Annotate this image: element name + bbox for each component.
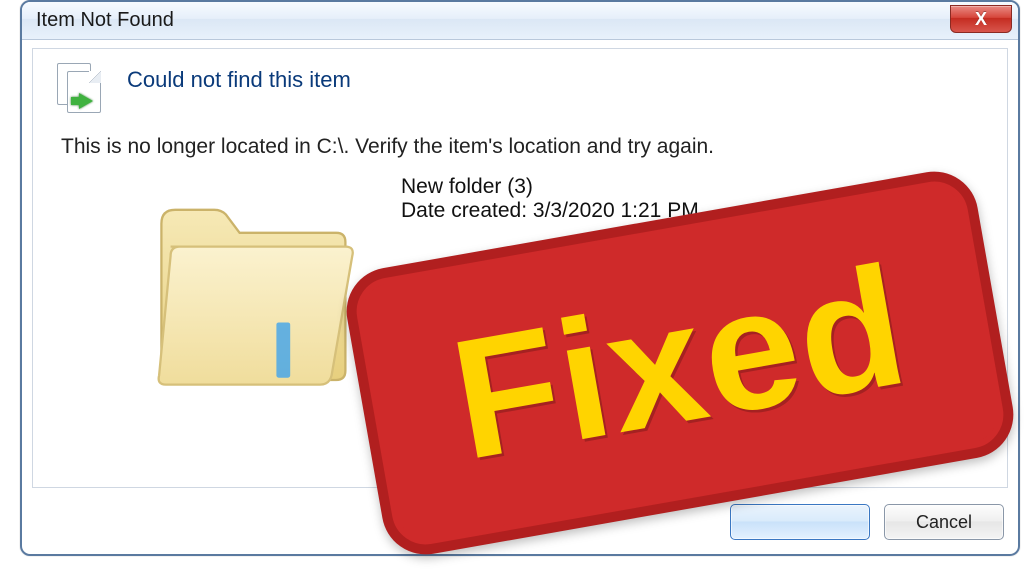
titlebar[interactable]: Item Not Found X — [22, 2, 1018, 40]
item-text: New folder (3) Date created: 3/3/2020 1:… — [401, 173, 699, 223]
close-icon: X — [975, 9, 987, 30]
close-button[interactable]: X — [950, 5, 1012, 33]
message-body: This is no longer located in C:\. Verify… — [33, 117, 1007, 159]
window-title: Item Not Found — [36, 9, 174, 32]
message-heading: Could not find this item — [127, 63, 351, 93]
cancel-label: Cancel — [916, 512, 972, 533]
dialog-button-row: Try Again Cancel — [730, 504, 1004, 540]
document-move-icon — [53, 63, 107, 117]
message-header-row: Could not find this item — [33, 49, 1007, 117]
fixed-stamp-text: Fixed — [439, 227, 920, 499]
item-name: New folder (3) — [401, 175, 699, 199]
cancel-button[interactable]: Cancel — [884, 504, 1004, 540]
folder-icon — [143, 173, 373, 403]
try-again-button[interactable]: Try Again — [730, 504, 870, 540]
